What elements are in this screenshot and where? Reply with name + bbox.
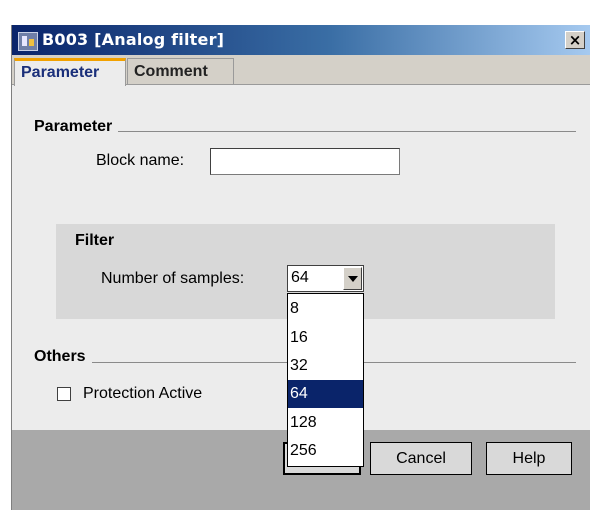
protection-active-checkbox[interactable] [57, 387, 71, 401]
window-title: B003 [Analog filter] [42, 30, 225, 49]
dropdown-option-8[interactable]: 8 [288, 295, 363, 323]
tab-strip: Parameter Comment [12, 55, 590, 86]
protection-active-label[interactable]: Protection Active [83, 385, 202, 403]
number-of-samples-dropdown[interactable]: 8 16 32 64 128 256 [287, 293, 364, 467]
number-of-samples-select[interactable]: 64 [287, 265, 364, 292]
tab-comment[interactable]: Comment [127, 58, 234, 85]
dropdown-option-256[interactable]: 256 [288, 437, 363, 465]
analog-filter-dialog: B003 [Analog filter] × Parameter Comment… [11, 25, 590, 510]
cancel-button[interactable]: Cancel [370, 442, 472, 475]
function-block-icon [18, 32, 38, 51]
block-name-input[interactable] [210, 148, 400, 175]
filter-group-title: Filter [75, 232, 121, 250]
number-of-samples-label: Number of samples: [101, 270, 245, 287]
parameter-group-title: Parameter [34, 118, 119, 136]
help-button[interactable]: Help [486, 442, 572, 475]
number-of-samples-value: 64 [291, 269, 309, 286]
dropdown-option-64[interactable]: 64 [288, 380, 363, 408]
title-bar[interactable]: B003 [Analog filter] × [12, 25, 590, 55]
tab-parameter[interactable]: Parameter [14, 58, 126, 86]
others-group-title: Others [34, 348, 92, 366]
dropdown-option-32[interactable]: 32 [288, 352, 363, 380]
block-name-label: Block name: [96, 152, 185, 169]
chevron-down-icon[interactable] [343, 267, 362, 290]
dropdown-option-16[interactable]: 16 [288, 324, 363, 352]
close-button[interactable]: × [565, 31, 585, 49]
dropdown-option-128[interactable]: 128 [288, 409, 363, 437]
